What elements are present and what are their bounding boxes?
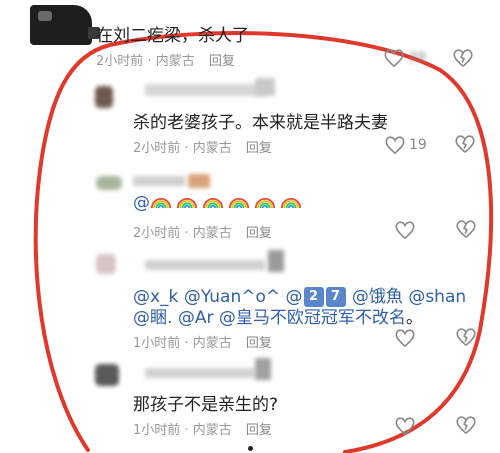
comment-location: 内蒙古 xyxy=(192,141,232,156)
heart-icon[interactable] xyxy=(384,135,406,155)
username-badge xyxy=(188,174,210,188)
avatar[interactable] xyxy=(95,364,119,386)
reply-button[interactable]: 回复 xyxy=(246,423,272,438)
comment-text: @ xyxy=(133,193,306,213)
comment-text: 那孩子不是亲生的? xyxy=(133,395,279,415)
comment-location: 内蒙古 xyxy=(192,423,232,438)
comment-time: 2小时前 xyxy=(133,226,181,241)
rainbow-emoji-icon xyxy=(254,197,276,209)
avatar[interactable] xyxy=(96,176,122,190)
mention-prefix[interactable]: @ xyxy=(133,193,150,213)
comment-time: 1小时前 xyxy=(133,336,181,351)
mention-line-2: @睏. @Ar @皇马不欧冠冠军不改名。 xyxy=(133,303,423,328)
comment-time: 2小时前 xyxy=(96,54,144,69)
meta-separator: · xyxy=(184,423,189,438)
heart-icon[interactable] xyxy=(394,416,416,436)
reply-button[interactable]: 回复 xyxy=(246,226,272,241)
comment-meta: 2小时前 · 内蒙古 回复 xyxy=(133,222,272,241)
broken-heart-icon[interactable] xyxy=(455,414,477,436)
heart-icon[interactable] xyxy=(394,328,416,348)
reply-button[interactable]: 回复 xyxy=(246,141,272,156)
comment-text: 在刘二疙梁，杀人了 xyxy=(96,26,249,46)
rainbow-emoji-icon xyxy=(280,197,302,209)
reply-button[interactable]: 回复 xyxy=(246,336,272,351)
meta-separator: · xyxy=(184,226,189,241)
comment-text: 杀的老婆孩子。本来就是半路夫妻 xyxy=(133,113,388,133)
like-count: 39 xyxy=(408,50,426,66)
reply-button[interactable]: 回复 xyxy=(209,54,235,69)
username[interactable] xyxy=(145,260,265,270)
comment-meta: 1小时前 · 内蒙古 回复 xyxy=(133,332,272,351)
comment-location: 内蒙古 xyxy=(192,336,232,351)
username[interactable] xyxy=(145,84,265,96)
comment-meta: 2小时前 · 内蒙古 回复 xyxy=(96,50,235,69)
mention[interactable]: @睏. xyxy=(133,308,172,328)
mention[interactable]: @皇马不欧冠冠军不改名 xyxy=(219,308,406,328)
rainbow-emoji-icon xyxy=(228,197,250,209)
avatar[interactable] xyxy=(30,5,100,45)
rainbow-emoji-icon xyxy=(150,197,172,209)
heart-icon[interactable] xyxy=(394,220,416,240)
comment-time: 1小时前 xyxy=(133,423,181,438)
comment-location: 内蒙古 xyxy=(155,54,195,69)
username[interactable] xyxy=(145,368,255,378)
comment-meta: 1小时前 · 内蒙古 回复 xyxy=(133,419,272,438)
like-count: 19 xyxy=(409,137,427,153)
comment-time: 2小时前 xyxy=(133,141,181,156)
username-badge xyxy=(255,78,275,96)
meta-separator: · xyxy=(184,141,189,156)
username-badge xyxy=(268,250,284,272)
meta-separator: · xyxy=(147,54,152,69)
comment-location: 内蒙古 xyxy=(192,226,232,241)
broken-heart-icon[interactable] xyxy=(454,133,476,155)
avatar[interactable] xyxy=(95,86,113,108)
avatar[interactable] xyxy=(96,254,116,274)
comment-suffix: 。 xyxy=(405,308,423,328)
mention[interactable]: @Ar xyxy=(178,308,214,328)
rainbow-emoji-icon xyxy=(176,197,198,209)
meta-separator: · xyxy=(184,336,189,351)
comment-meta: 2小时前 · 内蒙古 回复 xyxy=(133,137,272,156)
broken-heart-icon[interactable] xyxy=(452,47,474,69)
broken-heart-icon[interactable] xyxy=(455,218,477,240)
rainbow-emoji-icon xyxy=(202,197,224,209)
scroll-indicator-dot xyxy=(248,446,253,451)
username-badge xyxy=(255,358,271,380)
heart-icon[interactable] xyxy=(383,48,405,68)
username[interactable] xyxy=(133,176,185,186)
broken-heart-icon[interactable] xyxy=(455,326,477,348)
